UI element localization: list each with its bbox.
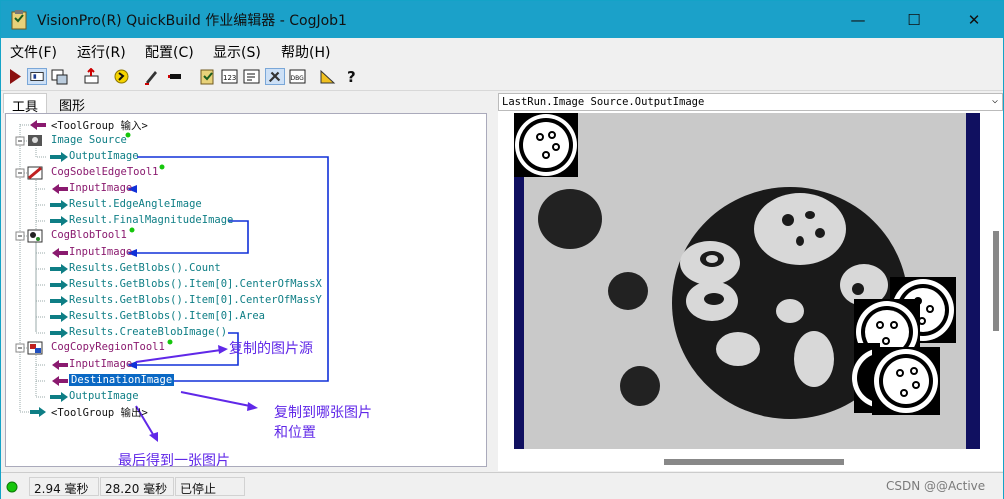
tab-tools[interactable]: 工具 (3, 93, 48, 115)
image-source-select[interactable]: LastRun.Image Source.OutputImage ⌵ (498, 93, 1003, 111)
tree-node-blob-center-y[interactable]: Results.GetBlobs().Item[0].CenterOfMassY (69, 294, 322, 306)
menu-file[interactable]: 文件(F) (10, 42, 57, 62)
annotation-arrows (135, 349, 251, 437)
refresh-icon[interactable] (113, 68, 130, 85)
selected-label: DestinationImage (69, 374, 175, 386)
copied-region (514, 113, 578, 177)
app-icon (11, 10, 27, 30)
numbers-icon[interactable]: 123 (221, 68, 238, 85)
svg-text:?: ? (347, 68, 356, 85)
clipboard-icon[interactable] (199, 68, 216, 85)
window-title: VisionPro(R) QuickBuild 作业编辑器 - CogJob1 (37, 13, 347, 29)
terminal-icon[interactable] (243, 68, 260, 85)
tree-node-destination-image[interactable]: DestinationImage (69, 374, 175, 386)
image-canvas[interactable] (498, 111, 1003, 471)
menu-config[interactable]: 配置(C) (145, 42, 194, 62)
toolbar: 123 DBG ? (1, 63, 1003, 91)
tool-tree: <ToolGroup 输入> Image Source OutputImage … (5, 113, 487, 469)
tree-node-final-magnitude-image[interactable]: Result.FinalMagnitudeImage (69, 214, 233, 226)
run-once-icon[interactable] (7, 68, 24, 85)
job-window-icon[interactable] (51, 68, 68, 85)
maximize-button[interactable]: ☐ (891, 1, 937, 38)
tree-node-blob-center-x[interactable]: Results.GetBlobs().Item[0].CenterOfMassX (69, 278, 322, 290)
tools-icon[interactable] (265, 68, 285, 85)
tree-node-sobel-input[interactable]: InputImage (69, 182, 132, 194)
ruler-icon[interactable] (319, 68, 336, 85)
tree-node-toolgroup-input[interactable]: <ToolGroup 输入> (51, 118, 148, 133)
reset-icon[interactable] (83, 68, 100, 85)
vertical-scrollbar[interactable] (993, 231, 999, 331)
chevron-down-icon: ⌵ (991, 95, 998, 106)
menu-bar: 文件(F) 运行(R) 配置(C) 显示(S) 帮助(H) (1, 38, 1003, 63)
tab-graphics[interactable]: 图形 (51, 93, 93, 114)
menu-help[interactable]: 帮助(H) (281, 42, 330, 62)
tool-icons (27, 135, 43, 355)
tree-node-copy-input[interactable]: InputImage (69, 358, 132, 370)
annotation-copy-position: 和位置 (274, 425, 316, 441)
run-continuous-icon[interactable] (27, 68, 47, 85)
watermark: CSDN @@Active (886, 479, 986, 493)
annotation-copy-source: 复制的图片源 (229, 341, 313, 357)
help-icon[interactable]: ? (343, 68, 360, 85)
tree-node-blob-area[interactable]: Results.GetBlobs().Item[0].Area (69, 310, 265, 322)
svg-text:123: 123 (223, 74, 236, 82)
maximize-icon: ☐ (907, 10, 921, 29)
annotation-final-image: 最后得到一张图片 (118, 453, 230, 469)
image-source-value: LastRun.Image Source.OutputImage (502, 96, 705, 108)
minimize-icon: — (850, 10, 866, 29)
status-ok-icon (6, 481, 18, 493)
tree-node-edge-angle-image[interactable]: Result.EdgeAngleImage (69, 198, 202, 210)
tree-node-copy-region-tool[interactable]: CogCopyRegionTool1 (51, 341, 165, 353)
status-run-state: 已停止 (175, 477, 245, 496)
tree-node-blob-input[interactable]: InputImage (69, 246, 132, 258)
tree-node-blob-tool[interactable]: CogBlobTool1 (51, 229, 127, 241)
debug-icon[interactable]: DBG (289, 68, 306, 85)
image-display: LastRun.Image Source.OutputImage ⌵ (498, 93, 1003, 471)
stop-icon[interactable] (167, 68, 184, 85)
status-last-run-time: 2.94 毫秒 (29, 477, 99, 496)
close-button[interactable]: ✕ (951, 1, 997, 38)
status-bar: 2.94 毫秒 28.20 毫秒 已停止 CSDN @@Active (1, 472, 1003, 499)
status-total-time: 28.20 毫秒 (100, 477, 174, 496)
title-bar: VisionPro(R) QuickBuild 作业编辑器 - CogJob1 … (1, 1, 1003, 38)
tree-node-copy-output[interactable]: OutputImage (69, 390, 139, 402)
tree-node-create-blob-image[interactable]: Results.CreateBlobImage() (69, 326, 227, 338)
pen-icon[interactable] (143, 68, 160, 85)
tree-node-toolgroup-output[interactable]: <ToolGroup 输出> (51, 405, 148, 420)
tree-node-sobel-tool[interactable]: CogSobelEdgeTool1 (51, 166, 158, 178)
app-window: VisionPro(R) QuickBuild 作业编辑器 - CogJob1 … (0, 0, 1004, 499)
close-icon: ✕ (967, 10, 981, 29)
menu-view[interactable]: 显示(S) (213, 42, 261, 62)
horizontal-scrollbar[interactable] (664, 459, 844, 465)
minimize-button[interactable]: — (835, 1, 881, 38)
annotation-copy-target: 复制到哪张图片 (274, 405, 372, 421)
menu-run[interactable]: 运行(R) (77, 42, 126, 62)
tree-node-image-source[interactable]: Image Source (51, 134, 127, 146)
tree-node-image-source-output[interactable]: OutputImage (69, 150, 139, 162)
svg-text:DBG: DBG (291, 75, 305, 82)
tool-tabs: 工具 图形 (1, 93, 493, 115)
tree-node-blob-count[interactable]: Results.GetBlobs().Count (69, 262, 221, 274)
